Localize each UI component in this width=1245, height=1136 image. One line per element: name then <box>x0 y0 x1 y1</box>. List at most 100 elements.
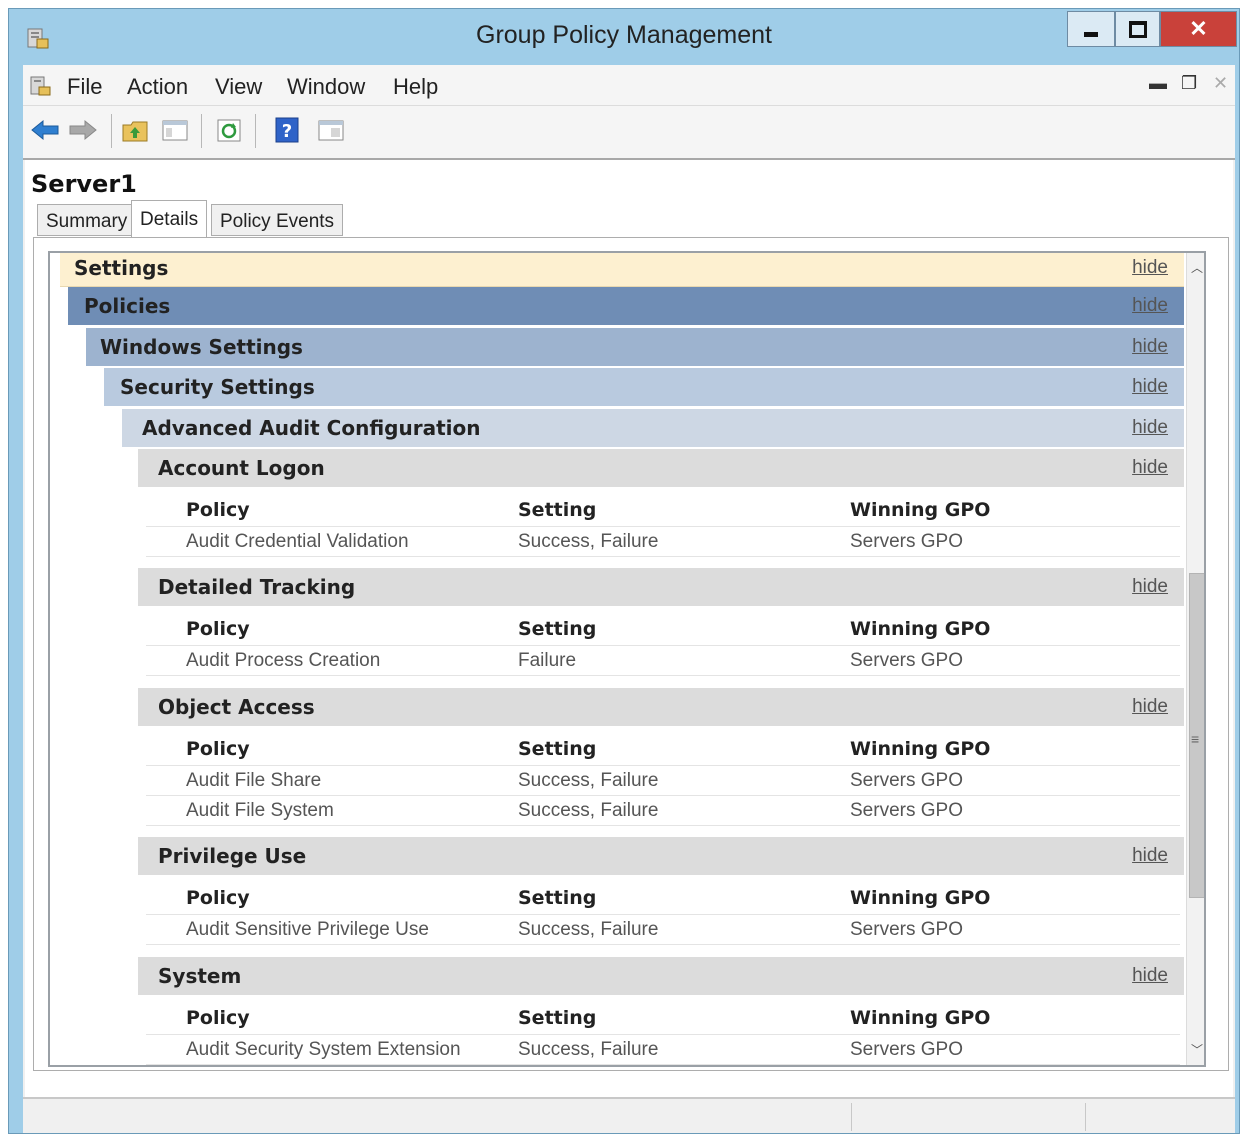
winning-gpo: Servers GPO <box>850 770 963 791</box>
close-icon: ✕ <box>1189 16 1208 41</box>
table-row: Audit File Share Success, Failure Server… <box>146 766 1180 796</box>
policy-name: Audit Process Creation <box>186 650 381 671</box>
minimize-icon <box>1084 31 1098 37</box>
status-bar <box>23 1097 1235 1133</box>
column-header-policy: Policy <box>186 1007 250 1029</box>
client-area: File Action View Window Help ▬ ❐ ✕ ? Ser… <box>23 65 1235 1133</box>
properties-icon[interactable] <box>315 114 347 146</box>
winning-gpo: Servers GPO <box>850 650 963 671</box>
maximize-button[interactable] <box>1115 11 1160 47</box>
policy-table: Policy Setting Winning GPO Audit Securit… <box>146 997 1180 1065</box>
section-security-settings[interactable]: Security Settings hide <box>104 368 1184 406</box>
hide-link[interactable]: hide <box>1132 336 1168 358</box>
category-privilege-use[interactable]: Privilege Use hide <box>138 837 1184 875</box>
policy-setting: Success, Failure <box>518 800 659 821</box>
app-window: Group Policy Management ✕ File Action Vi… <box>8 8 1240 1134</box>
section-title: Policies <box>84 294 171 318</box>
hide-link[interactable]: hide <box>1132 257 1168 279</box>
column-header-setting: Setting <box>518 499 597 521</box>
scope-title: Server1 <box>31 170 137 198</box>
hide-link[interactable]: hide <box>1132 965 1168 987</box>
mdi-close-icon[interactable]: ✕ <box>1213 73 1228 94</box>
policy-table: Policy Setting Winning GPO Audit File Sh… <box>146 728 1180 836</box>
help-icon[interactable]: ? <box>271 114 303 146</box>
scroll-down-icon[interactable]: ﹀ <box>1187 1037 1204 1063</box>
settings-report: Settings hide Policies hide Windows Sett… <box>48 251 1206 1067</box>
minimize-button[interactable] <box>1067 11 1115 47</box>
menu-help[interactable]: Help <box>393 74 438 100</box>
status-divider <box>1085 1103 1086 1131</box>
console-tree-icon[interactable] <box>159 114 191 146</box>
tab-policy-events[interactable]: Policy Events <box>211 204 344 236</box>
hide-link[interactable]: hide <box>1132 845 1168 867</box>
section-advanced-audit[interactable]: Advanced Audit Configuration hide <box>122 409 1184 447</box>
details-pane: Server1 Summary Details Policy Events Se… <box>25 160 1233 1128</box>
scroll-grip-icon: ≡ <box>1191 731 1200 747</box>
mdi-minimize-icon[interactable]: ▬ <box>1149 73 1167 94</box>
column-header-winning-gpo: Winning GPO <box>850 1007 991 1029</box>
column-header-policy: Policy <box>186 887 250 909</box>
table-row: Audit Credential Validation Success, Fai… <box>146 527 1180 557</box>
window-title: Group Policy Management <box>476 21 772 49</box>
table-header: Policy Setting Winning GPO <box>146 881 1180 915</box>
column-header-winning-gpo: Winning GPO <box>850 738 991 760</box>
policy-setting: Success, Failure <box>518 919 659 940</box>
policy-name: Audit File System <box>186 800 334 821</box>
policy-setting: Failure <box>518 650 577 671</box>
hide-link[interactable]: hide <box>1132 417 1168 439</box>
toolbar-separator <box>255 114 256 148</box>
up-folder-icon[interactable] <box>119 114 151 146</box>
refresh-icon[interactable] <box>213 114 245 146</box>
section-title: Security Settings <box>120 375 315 399</box>
section-settings[interactable]: Settings hide <box>60 253 1184 287</box>
scroll-up-icon[interactable]: ︿ <box>1187 255 1204 281</box>
table-row: Audit Sensitive Privilege Use Success, F… <box>146 915 1180 945</box>
forward-icon[interactable] <box>67 114 99 146</box>
table-header: Policy Setting Winning GPO <box>146 612 1180 646</box>
console-icon[interactable] <box>29 74 53 98</box>
section-windows-settings[interactable]: Windows Settings hide <box>86 328 1184 366</box>
tab-details[interactable]: Details <box>131 200 208 238</box>
policy-table: Policy Setting Winning GPO Audit Credent… <box>146 489 1180 567</box>
menu-action[interactable]: Action <box>127 74 188 100</box>
toolbar-separator <box>201 114 202 148</box>
section-policies[interactable]: Policies hide <box>68 287 1184 325</box>
table-header: Policy Setting Winning GPO <box>146 1001 1180 1035</box>
category-title: Account Logon <box>158 456 325 480</box>
policy-table: Policy Setting Winning GPO Audit Process… <box>146 608 1180 686</box>
column-header-winning-gpo: Winning GPO <box>850 887 991 909</box>
table-row: Audit Security System Extension Success,… <box>146 1035 1180 1065</box>
column-header-setting: Setting <box>518 618 597 640</box>
toolbar-separator <box>111 114 112 148</box>
menu-window[interactable]: Window <box>287 74 365 100</box>
hide-link[interactable]: hide <box>1132 295 1168 317</box>
hide-link[interactable]: hide <box>1132 457 1168 479</box>
hide-link[interactable]: hide <box>1132 576 1168 598</box>
back-icon[interactable] <box>29 114 61 146</box>
hide-link[interactable]: hide <box>1132 696 1168 718</box>
close-button[interactable]: ✕ <box>1160 11 1237 47</box>
table-header: Policy Setting Winning GPO <box>146 493 1180 527</box>
tab-summary[interactable]: Summary <box>37 204 137 236</box>
menu-view[interactable]: View <box>215 74 262 100</box>
column-header-setting: Setting <box>518 887 597 909</box>
policy-name: Audit Sensitive Privilege Use <box>186 919 429 940</box>
column-header-winning-gpo: Winning GPO <box>850 618 991 640</box>
status-divider <box>851 1103 852 1131</box>
table-header: Policy Setting Winning GPO <box>146 732 1180 766</box>
policy-setting: Success, Failure <box>518 770 659 791</box>
winning-gpo: Servers GPO <box>850 531 963 552</box>
category-detailed-tracking[interactable]: Detailed Tracking hide <box>138 568 1184 606</box>
mdi-restore-icon[interactable]: ❐ <box>1181 73 1197 94</box>
section-title: Windows Settings <box>100 335 303 359</box>
column-header-setting: Setting <box>518 738 597 760</box>
hide-link[interactable]: hide <box>1132 376 1168 398</box>
category-account-logon[interactable]: Account Logon hide <box>138 449 1184 487</box>
winning-gpo: Servers GPO <box>850 919 963 940</box>
category-system[interactable]: System hide <box>138 957 1184 995</box>
vertical-scrollbar[interactable]: ︿ ≡ ﹀ <box>1186 253 1204 1065</box>
category-object-access[interactable]: Object Access hide <box>138 688 1184 726</box>
title-bar[interactable]: Group Policy Management ✕ <box>9 9 1239 65</box>
menu-file[interactable]: File <box>67 74 102 100</box>
maximize-icon <box>1128 20 1147 38</box>
